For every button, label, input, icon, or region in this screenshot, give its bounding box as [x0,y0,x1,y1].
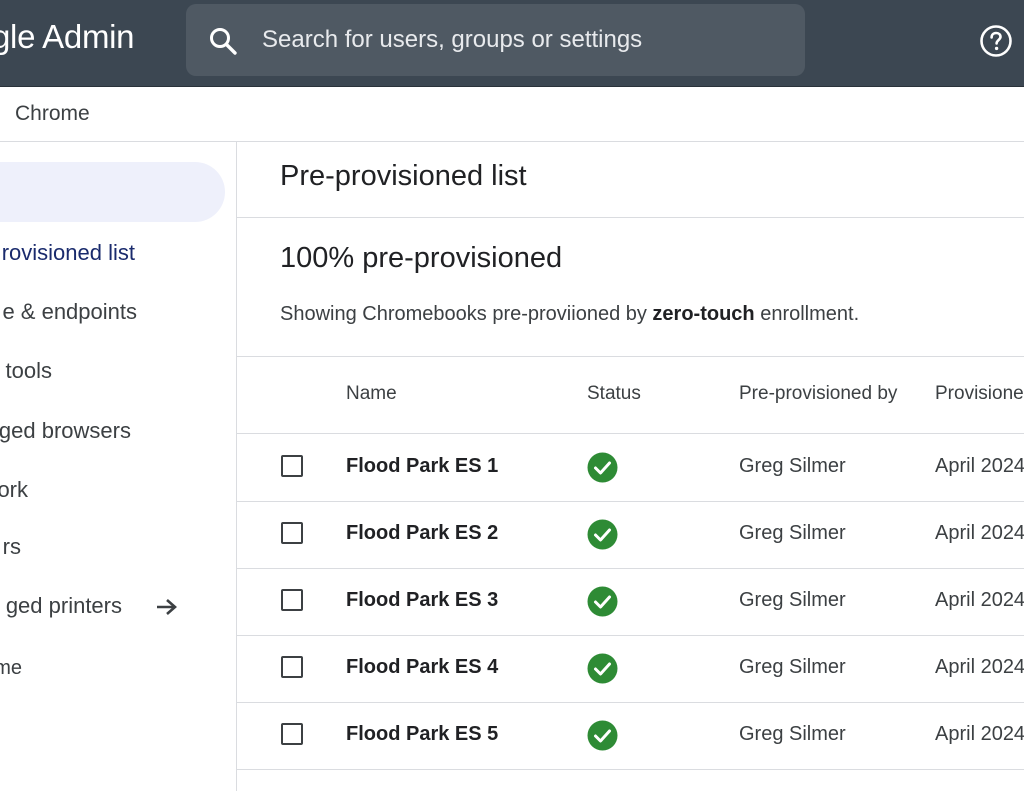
sidebar-item-label: rs [2,534,21,559]
provisioned-date: April 2024 [935,589,1024,611]
device-name[interactable]: Flood Park ES 3 [346,589,498,612]
divider [237,217,1024,218]
provisioned-by: Greg Silmer [739,455,846,477]
column-header-status[interactable]: Status [587,383,641,405]
top-bar: gle Admin Search for users, groups or se… [0,0,1024,87]
sidebar: rovisioned list e & endpoints tools ged … [0,142,237,791]
sidebar-item-chrome[interactable]: me [0,653,236,689]
sidebar-item-label: ork [0,477,28,502]
stat-description: Showing Chromebooks pre-proviioned by ze… [280,303,859,326]
search-bar[interactable]: Search for users, groups or settings [186,4,805,76]
row-checkbox[interactable] [281,656,303,678]
provisioned-date: April 2024 [935,522,1024,544]
sidebar-item-label: ged browsers [0,418,131,443]
device-name[interactable]: Flood Park ES 5 [346,723,498,746]
sidebar-item-label: e & endpoints [2,299,137,324]
sidebar-item-printers[interactable]: rs [0,530,236,566]
row-checkbox[interactable] [281,455,303,477]
column-header-provisioned[interactable]: Provisione [935,383,1024,405]
breadcrumb: Chrome [0,87,1024,142]
sidebar-item-devices-endpoints[interactable]: e & endpoints [0,295,236,331]
desc-bold: zero-touch [652,303,755,325]
provisioned-by: Greg Silmer [739,522,846,544]
row-checkbox[interactable] [281,589,303,611]
check-circle-icon [587,586,618,617]
table-row[interactable]: Flood Park ES 4 Greg Silmer April 2024 [237,635,1024,703]
provisioned-by: Greg Silmer [739,656,846,678]
help-icon[interactable] [979,24,1013,58]
column-header-name[interactable]: Name [346,383,397,405]
sidebar-item-pre-provisioned-list[interactable]: rovisioned list [0,236,236,272]
table-row[interactable]: Flood Park ES 1 Greg Silmer April 2024 [237,434,1024,502]
check-circle-icon [587,653,618,684]
sidebar-item-network[interactable]: ork [0,473,236,509]
breadcrumb-chrome[interactable]: Chrome [15,102,90,126]
provisioned-by: Greg Silmer [739,589,846,611]
arrow-right-icon [157,599,177,615]
sidebar-item-label: ged printers [5,593,122,618]
row-checkbox[interactable] [281,723,303,745]
provisioned-date: April 2024 [935,723,1024,745]
provisioned-by: Greg Silmer [739,723,846,745]
sidebar-item-tools[interactable]: tools [0,354,236,390]
table-row[interactable]: Flood Park ES 5 Greg Silmer April 2024 [237,702,1024,770]
main-content: Pre-provisioned list 100% pre-provisione… [237,142,1024,791]
device-name[interactable]: Flood Park ES 1 [346,455,498,478]
sidebar-item-label: tools [5,358,52,383]
provisioned-date: April 2024 [935,455,1024,477]
device-name[interactable]: Flood Park ES 4 [346,656,498,679]
table-row[interactable]: Flood Park ES 3 Greg Silmer April 2024 [237,568,1024,636]
device-name[interactable]: Flood Park ES 2 [346,522,498,545]
table-header: Name Status Pre-provisioned by Provision… [237,357,1024,434]
sidebar-active-highlight[interactable] [0,162,225,222]
desc-prefix: Showing Chromebooks pre-proviioned by [280,303,653,325]
check-circle-icon [587,452,618,483]
sidebar-item-label: rovisioned list [1,240,135,265]
sidebar-item-managed-printers[interactable]: ged printers [0,589,236,625]
desc-suffix: enrollment. [754,303,860,325]
search-icon [210,28,237,55]
check-circle-icon [587,519,618,550]
search-input[interactable]: Search for users, groups or settings [262,26,642,54]
table-row[interactable]: Flood Park ES 2 Greg Silmer April 2024 [237,501,1024,569]
page-title: Pre-provisioned list [280,160,527,192]
sidebar-item-label: me [0,657,22,679]
provisioned-date: April 2024 [935,656,1024,678]
check-circle-icon [587,720,618,751]
sidebar-item-managed-browsers[interactable]: ged browsers [0,414,236,450]
row-checkbox[interactable] [281,522,303,544]
app-logo[interactable]: gle Admin [0,18,135,56]
column-header-pre-provisioned-by[interactable]: Pre-provisioned by [739,383,897,405]
stat-title: 100% pre-provisioned [280,242,563,274]
